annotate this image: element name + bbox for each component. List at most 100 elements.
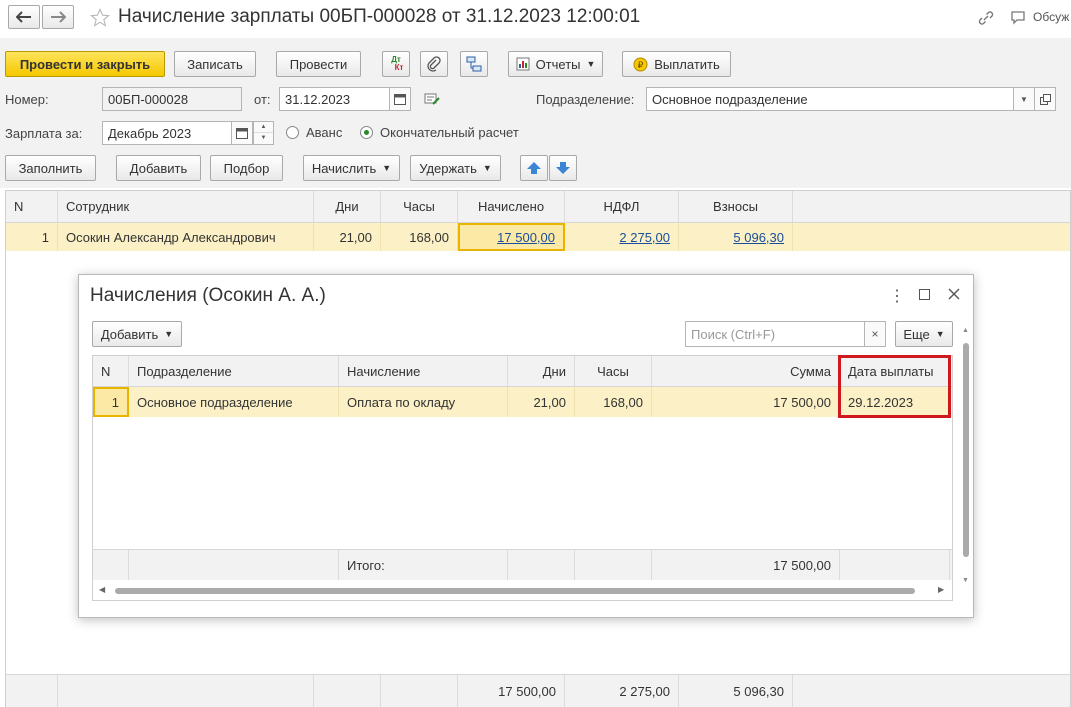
number-field[interactable]: 00БП-000028 bbox=[102, 87, 242, 111]
dcol-division[interactable]: Подразделение bbox=[129, 356, 339, 386]
chevron-down-icon: ▼ bbox=[1020, 94, 1028, 104]
row-days[interactable]: 21,00 bbox=[314, 223, 381, 251]
footer-days bbox=[314, 675, 381, 707]
link-icon[interactable] bbox=[977, 10, 995, 26]
spin-up-icon[interactable]: ▲ bbox=[254, 122, 273, 133]
vertical-scrollbar[interactable]: ▲ ▼ bbox=[961, 327, 971, 593]
date-field[interactable]: 31.12.2023 bbox=[279, 87, 391, 111]
dialog-more-button[interactable]: Еще ▼ bbox=[895, 321, 953, 347]
table-row[interactable]: 1 Осокин Александр Александрович 21,00 1… bbox=[6, 223, 1070, 251]
fill-button[interactable]: Заполнить bbox=[5, 155, 96, 181]
col-n[interactable]: N bbox=[6, 191, 58, 222]
row-employee[interactable]: Осокин Александр Александрович bbox=[58, 223, 314, 251]
period-calendar-button[interactable] bbox=[231, 121, 253, 145]
hierarchy-icon bbox=[466, 56, 482, 72]
dcol-sum[interactable]: Сумма bbox=[652, 356, 840, 386]
dt-kt-button[interactable]: Дт Кт bbox=[382, 51, 410, 77]
withhold-button[interactable]: Удержать ▼ bbox=[410, 155, 501, 181]
drow-sum[interactable]: 17 500,00 bbox=[652, 387, 840, 417]
col-employee[interactable]: Сотрудник bbox=[58, 191, 314, 222]
spin-down-icon[interactable]: ▼ bbox=[254, 133, 273, 144]
drow-accrual[interactable]: Оплата по окладу bbox=[339, 387, 508, 417]
scroll-up-icon[interactable]: ▲ bbox=[962, 327, 969, 334]
division-label: Подразделение: bbox=[536, 92, 635, 107]
pay-date-highlight bbox=[838, 355, 951, 418]
move-down-button[interactable] bbox=[549, 155, 577, 181]
dialog-add-button[interactable]: Добавить ▼ bbox=[92, 321, 182, 347]
calendar-button[interactable] bbox=[389, 87, 411, 111]
scroll-left-icon[interactable]: ◀ bbox=[99, 585, 105, 594]
pay-button[interactable]: ₽ Выплатить bbox=[622, 51, 731, 77]
search-placeholder: Поиск (Ctrl+F) bbox=[691, 326, 776, 342]
discuss-icon[interactable] bbox=[1010, 10, 1028, 26]
dcol-n[interactable]: N bbox=[93, 356, 129, 386]
table-header: N Сотрудник Дни Часы Начислено НДФЛ Взно… bbox=[6, 191, 1070, 223]
scroll-right-icon[interactable]: ▶ bbox=[938, 585, 944, 594]
row-contrib-cell[interactable]: 5 096,30 bbox=[679, 223, 793, 251]
col-hours[interactable]: Часы bbox=[381, 191, 458, 222]
radio-final[interactable] bbox=[360, 126, 373, 139]
period-field[interactable]: Декабрь 2023 bbox=[102, 121, 234, 145]
row-ndfl-cell[interactable]: 2 275,00 bbox=[565, 223, 679, 251]
arrow-left-icon bbox=[16, 11, 31, 23]
dcol-days[interactable]: Дни bbox=[508, 356, 575, 386]
forward-button[interactable] bbox=[42, 5, 74, 29]
dialog-search-input[interactable]: Поиск (Ctrl+F) bbox=[685, 321, 865, 347]
dropdown-arrow-icon: ▼ bbox=[482, 163, 492, 173]
dialog-more-label: Еще bbox=[903, 326, 930, 342]
drow-division[interactable]: Основное подразделение bbox=[129, 387, 339, 417]
division-field[interactable]: Основное подразделение bbox=[646, 87, 1016, 111]
drow-n[interactable]: 1 bbox=[93, 387, 129, 417]
dialog-table-row[interactable]: 1 Основное подразделение Оплата по оклад… bbox=[93, 387, 952, 417]
col-days[interactable]: Дни bbox=[314, 191, 381, 222]
dcol-hours[interactable]: Часы bbox=[575, 356, 652, 386]
radio-advance-label: Аванс bbox=[306, 125, 343, 140]
calendar-icon bbox=[394, 94, 406, 105]
scroll-down-icon[interactable]: ▼ bbox=[962, 577, 969, 584]
dcol-accrual[interactable]: Начисление bbox=[339, 356, 508, 386]
scrollbar-thumb[interactable] bbox=[115, 588, 915, 594]
dfoot-days bbox=[508, 550, 575, 580]
discuss-label[interactable]: Обсуж bbox=[1033, 10, 1069, 24]
close-icon[interactable] bbox=[948, 288, 960, 300]
dfoot-division bbox=[129, 550, 339, 580]
row-contrib-link[interactable]: 5 096,30 bbox=[733, 230, 784, 245]
star-icon[interactable] bbox=[90, 8, 110, 28]
move-up-button[interactable] bbox=[520, 155, 548, 181]
dialog-table-footer: Итого: 17 500,00 bbox=[93, 549, 952, 580]
post-and-close-button[interactable]: Провести и закрыть bbox=[5, 51, 165, 77]
row-accrued-link[interactable]: 17 500,00 bbox=[497, 230, 555, 245]
drow-hours[interactable]: 168,00 bbox=[575, 387, 652, 417]
clear-icon: × bbox=[871, 327, 879, 341]
row-accrued-cell[interactable]: 17 500,00 bbox=[458, 223, 565, 251]
reports-button[interactable]: Отчеты ▼ bbox=[508, 51, 603, 77]
radio-advance[interactable] bbox=[286, 126, 299, 139]
horizontal-scrollbar[interactable]: ◀ ▶ bbox=[93, 582, 952, 600]
division-dropdown-button[interactable]: ▼ bbox=[1013, 87, 1035, 111]
arrow-down-icon bbox=[556, 162, 570, 174]
vscroll-thumb[interactable] bbox=[963, 343, 969, 557]
col-accrued[interactable]: Начислено bbox=[458, 191, 565, 222]
footer-contrib: 5 096,30 bbox=[679, 675, 793, 707]
post-button[interactable]: Провести bbox=[276, 51, 361, 77]
drow-days[interactable]: 21,00 bbox=[508, 387, 575, 417]
date-label: от: bbox=[254, 92, 271, 107]
attach-button[interactable] bbox=[420, 51, 448, 77]
more-vert-icon[interactable]: ⋮ bbox=[889, 286, 905, 306]
pick-button[interactable]: Подбор bbox=[210, 155, 283, 181]
col-ndfl[interactable]: НДФЛ bbox=[565, 191, 679, 222]
division-open-button[interactable] bbox=[1034, 87, 1056, 111]
accrue-button[interactable]: Начислить ▼ bbox=[303, 155, 400, 181]
row-hours[interactable]: 168,00 bbox=[381, 223, 458, 251]
row-ndfl-link[interactable]: 2 275,00 bbox=[619, 230, 670, 245]
edit-note-icon[interactable] bbox=[424, 92, 440, 106]
structure-button[interactable] bbox=[460, 51, 488, 77]
back-button[interactable] bbox=[8, 5, 40, 29]
search-clear-button[interactable]: × bbox=[864, 321, 886, 347]
period-spinner[interactable]: ▲ ▼ bbox=[253, 121, 274, 145]
table-footer: 17 500,00 2 275,00 5 096,30 bbox=[6, 674, 1070, 707]
col-contrib[interactable]: Взносы bbox=[679, 191, 793, 222]
add-button[interactable]: Добавить bbox=[116, 155, 201, 181]
maximize-icon[interactable] bbox=[919, 289, 930, 300]
save-button[interactable]: Записать bbox=[174, 51, 256, 77]
